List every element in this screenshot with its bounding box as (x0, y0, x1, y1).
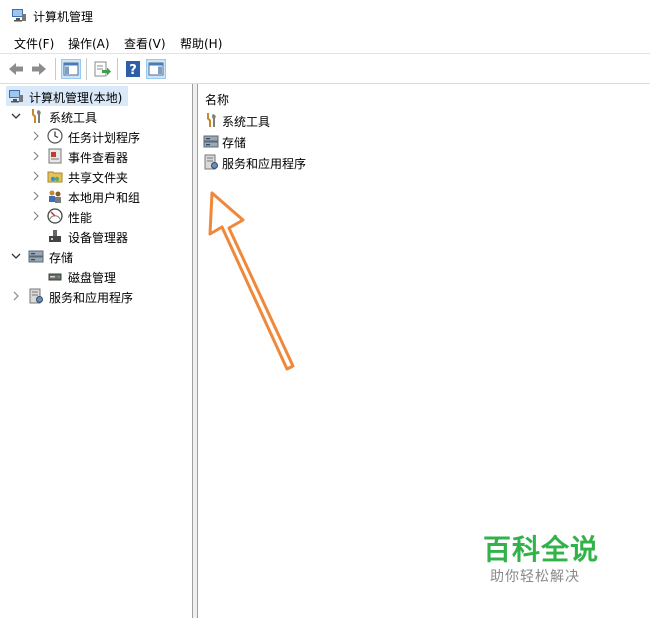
watermark-logo: 百科全说 助你轻松解决 (470, 522, 630, 592)
watermark-title: 百科全说 (483, 533, 600, 566)
watermark-subtitle: 助你轻松解决 (490, 569, 580, 585)
